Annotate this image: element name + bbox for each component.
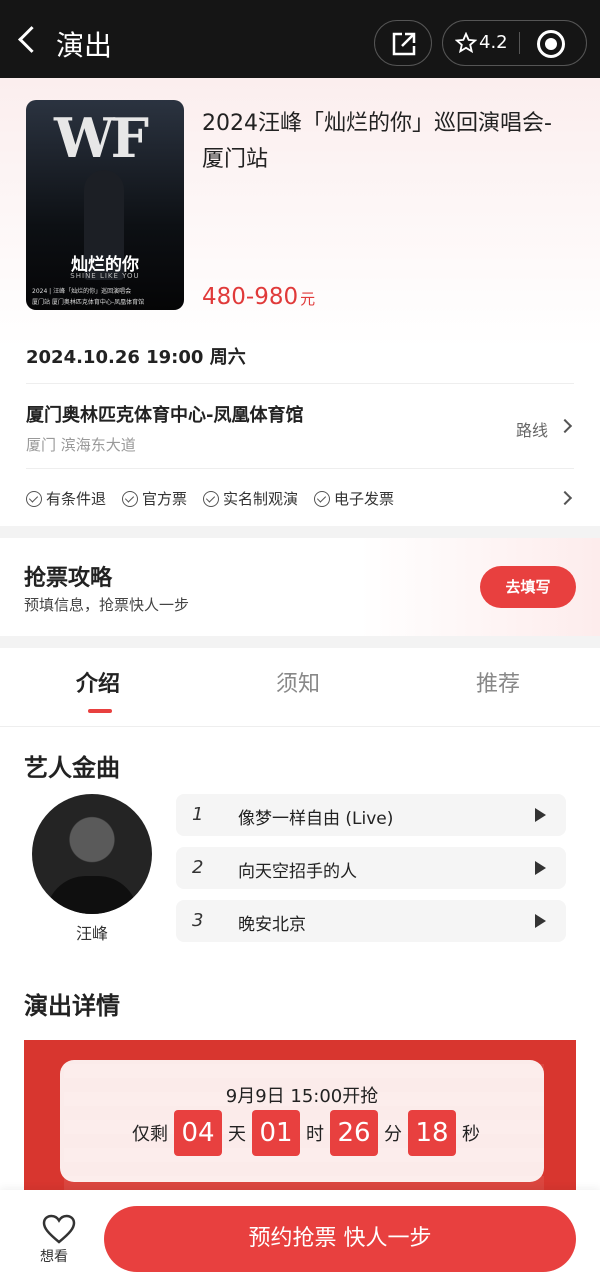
play-icon[interactable] [535,808,546,822]
divider [26,383,574,384]
song-number: 1 [192,804,204,825]
share-icon [392,32,416,56]
tag-item: 实名制观演 [203,488,298,509]
hours-unit: 时 [306,1124,324,1145]
event-datetime: 2024.10.26 19:00 周六 [26,347,246,368]
song-number: 3 [192,910,204,931]
tag-label: 实名制观演 [223,490,299,508]
share-button[interactable] [374,20,432,66]
price-value: 480-980 [202,284,299,310]
tab-indicator [88,709,112,713]
rating-value: 4.2 [479,32,508,53]
top-nav-bar: 演出 4.2 [0,0,600,78]
tag-item: 官方票 [122,488,187,509]
artist-songs-title: 艺人金曲 [24,754,120,782]
sale-start-time: 9月9日 15:00开抢 [225,1086,379,1107]
play-icon[interactable] [535,914,546,928]
song-name: 向天空招手的人 [238,862,357,882]
event-poster[interactable]: WF 灿烂的你 SHINE LIKE YOU 2024 | 汪峰「灿烂的你」巡回… [26,100,184,310]
song-name: 晚安北京 [238,915,306,935]
days-unit: 天 [228,1124,246,1145]
tag-item: 电子发票 [314,488,394,509]
reserve-ticket-button[interactable]: 预约抢票 快人一步 [104,1206,576,1272]
play-icon[interactable] [535,861,546,875]
price-unit: 元 [300,290,316,308]
countdown-hours: 01 [252,1110,300,1156]
check-circle-icon [314,490,331,507]
song-item[interactable]: 2 向天空招手的人 [176,847,566,889]
price-range: 480-980 元 [202,284,315,310]
back-icon[interactable] [14,22,42,58]
heart-icon[interactable] [42,1214,76,1244]
details-title: 演出详情 [24,992,120,1020]
countdown-minutes: 26 [330,1110,378,1156]
route-link[interactable]: 路线 [516,417,548,441]
section-gap [0,636,600,648]
song-number: 2 [192,857,204,878]
tab-notice[interactable]: 须知 [276,666,320,698]
song-name: 像梦一样自由 (Live) [238,809,394,829]
tag-label: 官方票 [142,490,188,508]
ticket-tips-card: 抢票攻略 预填信息，抢票快人一步 去填写 [0,538,600,636]
tips-subtitle: 预填信息，抢票快人一步 [24,596,190,614]
song-item[interactable]: 1 像梦一样自由 (Live) [176,794,566,836]
tab-intro[interactable]: 介绍 [76,666,120,698]
countdown-days: 04 [174,1110,222,1156]
fill-info-button[interactable]: 去填写 [480,566,576,608]
want-to-see-label[interactable]: 想看 [40,1246,68,1266]
venue-name[interactable]: 厦门奥林匹克体育中心-凤凰体育馆 [26,401,303,427]
check-circle-icon [26,490,42,507]
target-icon[interactable] [537,30,565,58]
countdown-prefix: 仅剩 [132,1124,168,1145]
artist-name[interactable]: 汪峰 [32,920,152,944]
tag-item: 有条件退 [26,488,106,509]
countdown-row: 仅剩 04 天 01 时 26 分 18 秒 [132,1110,480,1156]
artist-avatar[interactable] [32,794,152,914]
page-title: 演出 [56,29,113,62]
check-circle-icon [122,490,139,507]
tab-recommend[interactable]: 推荐 [476,666,520,698]
minutes-unit: 分 [384,1124,402,1145]
bottom-action-bar: 想看 预约抢票 快人一步 [0,1190,600,1287]
divider [0,726,600,727]
capsule-menu: 4.2 [442,20,587,66]
song-item[interactable]: 3 晚安北京 [176,900,566,942]
seconds-unit: 秒 [462,1124,480,1145]
tag-label: 有条件退 [46,490,107,508]
event-title: 2024汪峰「灿烂的你」巡回演唱会-厦门站 [202,111,552,172]
service-tags[interactable]: 有条件退 官方票 实名制观演 电子发票 [26,488,394,509]
countdown-overlay: 9月9日 15:00开抢 仅剩 04 天 01 时 26 分 18 秒 [60,1060,544,1182]
countdown-seconds: 18 [408,1110,456,1156]
tips-title: 抢票攻略 [24,566,113,591]
capsule-divider [519,32,520,54]
poster-subtitle: SHINE LIKE YOU [70,272,140,280]
star-icon[interactable] [455,32,477,54]
check-circle-icon [203,490,220,507]
tag-label: 电子发票 [334,490,395,508]
section-gap [0,526,600,538]
divider [26,468,574,469]
poster-logo: WF [54,106,149,170]
poster-line-2: 厦门站 厦门奥林匹克体育中心-凤凰体育馆 [32,299,145,306]
poster-line-1: 2024 | 汪峰「灿烂的你」巡回演唱会 [32,288,132,295]
venue-address: 厦门 滨海东大道 [26,436,136,454]
